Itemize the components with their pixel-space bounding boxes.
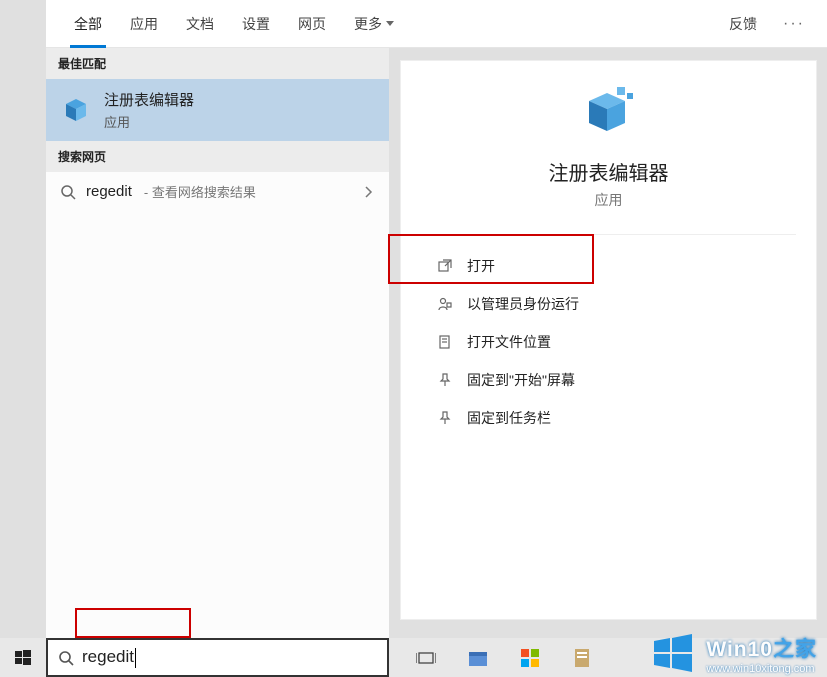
- taskbar-search-box[interactable]: regedit: [46, 638, 389, 677]
- detail-header: 注册表编辑器 应用: [401, 61, 816, 210]
- web-search-desc: - 查看网络搜索结果: [144, 182, 256, 201]
- tab-all[interactable]: 全部: [60, 0, 116, 48]
- search-tabs-bar: 全部 应用 文档 设置 网页 更多 反馈 ···: [46, 0, 827, 48]
- windows-logo-icon: [15, 650, 31, 666]
- tab-documents[interactable]: 文档: [172, 0, 228, 48]
- feedback-link[interactable]: 反馈: [719, 14, 767, 34]
- task-view-button[interactable]: [415, 647, 437, 669]
- tab-apps[interactable]: 应用: [116, 0, 172, 48]
- web-search-item[interactable]: regedit - 查看网络搜索结果: [46, 172, 389, 211]
- detail-panel: 注册表编辑器 应用 打开 以管理员身份运行 打开文件位置 固定到"开始"屏幕 固…: [400, 60, 817, 620]
- tabs-left: 全部 应用 文档 设置 网页 更多: [46, 0, 408, 48]
- taskbar-app-1[interactable]: [467, 647, 489, 669]
- results-panel: 最佳匹配 注册表编辑器 应用 搜索网页 regedit - 查看网络搜索结果: [46, 48, 389, 638]
- action-run-as-admin-label: 以管理员身份运行: [467, 294, 579, 314]
- action-open-file-location-label: 打开文件位置: [467, 332, 551, 352]
- watermark-text: Win10之家 www.win10xitong.com: [706, 633, 817, 675]
- chevron-down-icon: [386, 21, 394, 26]
- search-icon: [58, 650, 74, 666]
- pin-taskbar-icon: [437, 410, 453, 426]
- watermark-title: Win10之家: [706, 633, 817, 663]
- more-options-button[interactable]: ···: [775, 15, 813, 33]
- taskbar-icons: [415, 647, 593, 669]
- action-pin-to-start-label: 固定到"开始"屏幕: [467, 370, 575, 390]
- tab-settings[interactable]: 设置: [228, 0, 284, 48]
- watermark-url: www.win10xitong.com: [706, 663, 817, 675]
- admin-icon: [437, 296, 453, 312]
- taskbar-app-2[interactable]: [519, 647, 541, 669]
- watermark: Win10之家 www.win10xitong.com: [650, 631, 817, 677]
- taskbar-app-3[interactable]: [571, 647, 593, 669]
- detail-subtitle: 应用: [595, 190, 623, 210]
- detail-title: 注册表编辑器: [549, 157, 669, 186]
- best-match-title: 注册表编辑器: [104, 89, 194, 110]
- regedit-icon: [60, 94, 92, 126]
- tab-more-label: 更多: [354, 0, 382, 48]
- action-pin-to-taskbar-label: 固定到任务栏: [467, 408, 551, 428]
- pin-start-icon: [437, 372, 453, 388]
- file-location-icon: [437, 334, 453, 350]
- start-button[interactable]: [0, 638, 46, 677]
- tab-web[interactable]: 网页: [284, 0, 340, 48]
- search-web-header: 搜索网页: [46, 141, 389, 172]
- watermark-logo-icon: [650, 631, 696, 677]
- action-pin-to-taskbar[interactable]: 固定到任务栏: [401, 399, 816, 437]
- best-match-item[interactable]: 注册表编辑器 应用: [46, 79, 389, 141]
- regedit-icon-large: [579, 83, 639, 139]
- search-query-text: regedit: [82, 647, 377, 668]
- best-match-header: 最佳匹配: [46, 48, 389, 79]
- annotation-highlight-search: [75, 608, 191, 638]
- action-open-file-location[interactable]: 打开文件位置: [401, 323, 816, 361]
- tabs-right: 反馈 ···: [719, 14, 827, 34]
- text-cursor: [135, 648, 136, 668]
- web-search-term: regedit: [86, 183, 132, 200]
- action-pin-to-start[interactable]: 固定到"开始"屏幕: [401, 361, 816, 399]
- best-match-subtitle: 应用: [104, 112, 194, 131]
- annotation-highlight-open: [388, 234, 594, 284]
- chevron-right-icon: [363, 185, 373, 199]
- search-icon: [60, 184, 76, 200]
- action-run-as-admin[interactable]: 以管理员身份运行: [401, 285, 816, 323]
- tab-more[interactable]: 更多: [340, 0, 408, 48]
- best-match-info: 注册表编辑器 应用: [104, 89, 194, 131]
